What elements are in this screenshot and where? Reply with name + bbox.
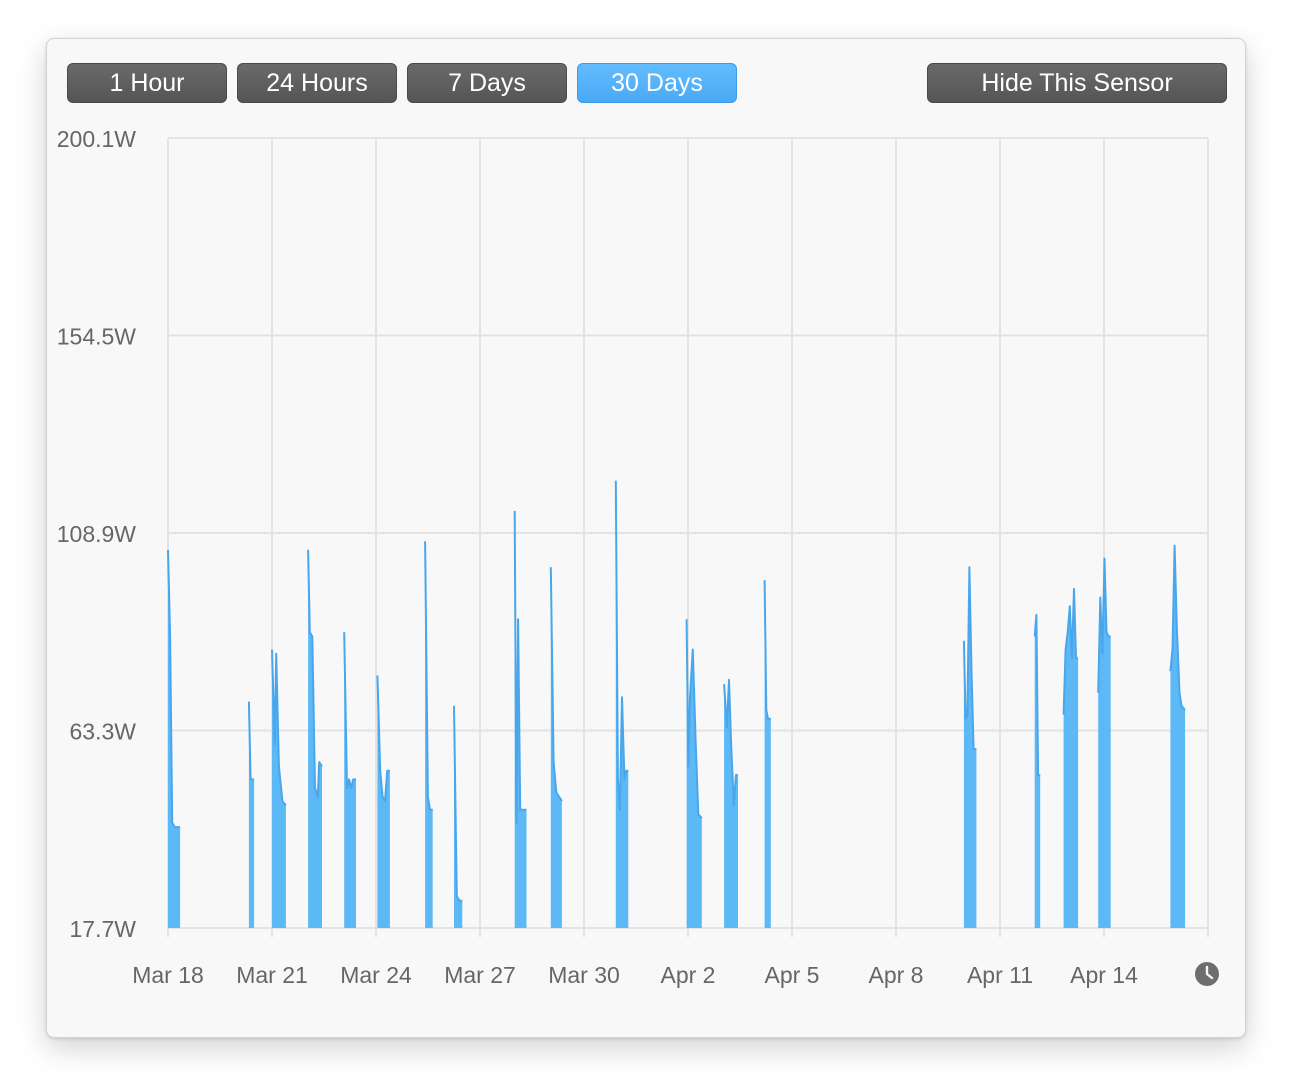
x-tick-label: Mar 27 bbox=[444, 962, 516, 988]
x-tick-label: Apr 11 bbox=[967, 962, 1033, 988]
y-tick-label: 17.7W bbox=[70, 916, 137, 942]
data-spike-line bbox=[343, 632, 356, 790]
data-spike-line bbox=[247, 701, 255, 781]
x-tick-label: Apr 8 bbox=[869, 962, 924, 988]
y-tick-label: 108.9W bbox=[57, 521, 137, 547]
data-spike-line bbox=[763, 580, 771, 720]
x-tick-label: Mar 30 bbox=[548, 962, 620, 988]
data-spike-line bbox=[513, 510, 527, 824]
x-tick-label: Apr 14 bbox=[1070, 962, 1138, 988]
x-tick-label: Apr 2 bbox=[661, 962, 716, 988]
y-tick-label: 154.5W bbox=[57, 324, 137, 350]
x-tick-label: Mar 24 bbox=[340, 962, 412, 988]
y-tick-label: 63.3W bbox=[70, 719, 137, 745]
x-tick-label: Mar 21 bbox=[236, 962, 308, 988]
y-tick-label: 200.1W bbox=[57, 126, 137, 152]
power-chart: 200.1W 154.5W 108.9W 63.3W 17.7W Mar 18 Mar 21… bbox=[57, 126, 1219, 988]
chart-series bbox=[167, 480, 1186, 928]
sensor-history-panel: 1 Hour 24 Hours 7 Days 30 Days Hide This… bbox=[46, 38, 1246, 1038]
x-tick-label: Apr 5 bbox=[765, 962, 820, 988]
clock-icon[interactable] bbox=[1195, 962, 1219, 986]
x-tick-label: Mar 18 bbox=[132, 962, 204, 988]
